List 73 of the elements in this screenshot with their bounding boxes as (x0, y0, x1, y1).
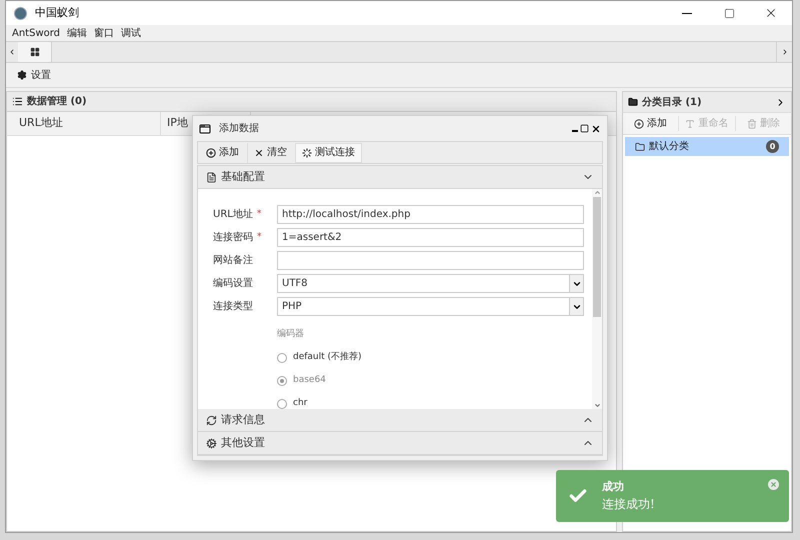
radio-label: default (不推荐) (293, 351, 362, 364)
window-title: 中国蚁剑 (35, 4, 79, 21)
close-icon (254, 148, 264, 158)
required-mark: * (256, 208, 262, 221)
field-label: 连接类型 (213, 300, 253, 314)
section-header[interactable]: 请求信息 (198, 409, 602, 432)
menu-item[interactable]: 调试 (121, 26, 142, 40)
settings-button[interactable]: 设置 (17, 68, 51, 82)
panel-title: 数据管理 (0) (27, 94, 87, 109)
gear-icon (206, 438, 217, 448)
field-label: 网站备注 (213, 254, 253, 268)
minimize-icon (572, 130, 578, 132)
plus-icon (634, 118, 644, 128)
column-header[interactable]: URL地址 (7, 112, 161, 135)
toolbar-button[interactable]: 添加 (200, 142, 245, 162)
input-field[interactable]: 1=assert&2 (277, 228, 584, 247)
maximize-icon (724, 8, 734, 18)
field-label: 连接密码 (213, 230, 253, 245)
section-title: 请求信息 (221, 412, 265, 428)
toolbar-button[interactable]: 测试连接 (295, 142, 362, 162)
count-badge: 0 (766, 140, 779, 153)
plus-icon (206, 148, 216, 158)
required-mark: * (257, 230, 262, 244)
app-logo-icon (14, 6, 27, 20)
minimize-icon (682, 12, 692, 14)
toolbar-button[interactable]: 添加 (623, 116, 678, 131)
scroll-down-icon (594, 402, 600, 409)
menu-item[interactable]: 编辑 (67, 26, 88, 40)
section-title: 基础配置 (221, 168, 265, 185)
dialog-title: 添加数据 (219, 122, 259, 136)
encoder-label: 编码器 (277, 328, 305, 341)
toast-title: 成功 (602, 478, 625, 495)
radio-button[interactable] (277, 399, 287, 409)
radio-button[interactable] (277, 376, 287, 386)
section-header[interactable]: 基础配置 (198, 166, 602, 189)
folder-icon (635, 142, 645, 152)
menu-item[interactable]: AntSword (12, 26, 60, 40)
grid-tab[interactable] (18, 42, 52, 62)
maximize-icon (580, 124, 589, 133)
close-icon (591, 124, 601, 134)
toolbar-button[interactable]: 清空 (247, 142, 293, 162)
refresh-icon (206, 414, 217, 426)
input-field[interactable] (277, 251, 584, 270)
radio-label: chr (293, 397, 308, 410)
panel-title: 分类目录 (1) (642, 96, 702, 110)
radio-button[interactable] (277, 353, 287, 363)
list-icon (12, 96, 23, 107)
letter-icon (685, 118, 696, 128)
trash-icon (746, 118, 757, 128)
scrollbar[interactable] (592, 189, 602, 409)
field-label: URL地址 (213, 208, 253, 222)
field-label: 编码设置 (213, 276, 253, 291)
document-icon (206, 172, 217, 182)
section-header[interactable]: 其他设置 (198, 432, 602, 455)
section-title: 其他设置 (221, 434, 265, 451)
input-field[interactable]: http://localhost/index.php (277, 205, 584, 224)
select-field[interactable]: PHP (277, 297, 584, 316)
category-label: 默认分类 (649, 140, 689, 154)
window-icon (199, 122, 211, 134)
chevron-left-icon (8, 48, 16, 56)
select-field[interactable]: UTF8 (277, 274, 584, 293)
settings-icon (17, 70, 27, 80)
maximize-button[interactable] (580, 124, 589, 133)
close-button[interactable] (591, 124, 601, 134)
scroll-up-icon (594, 189, 600, 196)
category-item[interactable]: 默认分类 0 (625, 137, 789, 156)
toast-message: 连接成功! (602, 496, 655, 514)
spinner-icon (302, 148, 312, 158)
radio-label: base64 (293, 374, 326, 388)
folder-icon (628, 97, 638, 107)
menu-item[interactable]: 窗口 (94, 26, 114, 40)
close-icon (770, 481, 777, 488)
grid-icon (30, 47, 40, 57)
